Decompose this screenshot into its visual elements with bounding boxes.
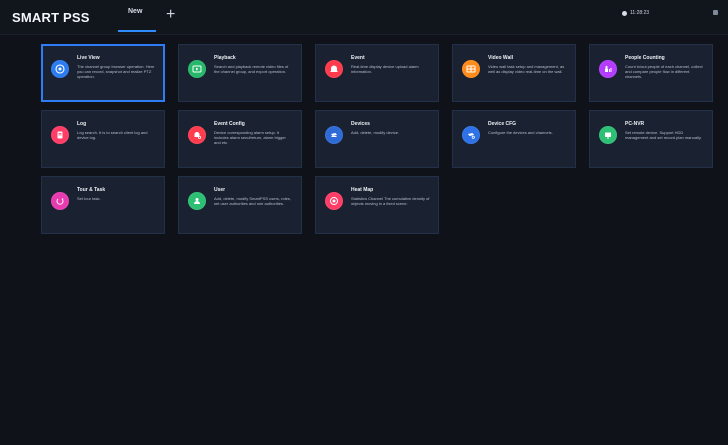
device-cfg-icon bbox=[462, 126, 480, 144]
video-wall-icon bbox=[462, 60, 480, 78]
module-description: Device corresponding alarm setup. It inc… bbox=[214, 130, 286, 145]
module-tile-text: User Add, delete, modify SmartPSS users, … bbox=[214, 186, 293, 206]
top-bar: SMART PSS New + 11:28:23 bbox=[0, 0, 728, 35]
module-tile-text: People Counting Count in/out people of ea… bbox=[625, 54, 704, 79]
module-title: Playback bbox=[214, 55, 236, 61]
bottom-fade bbox=[0, 325, 728, 445]
module-description: Video wall task setup and management, as… bbox=[488, 64, 565, 74]
module-title: Event bbox=[351, 55, 365, 61]
module-tile-device-cfg[interactable]: Device CFG Configure the devices and chan… bbox=[452, 110, 576, 168]
module-tile-event[interactable]: Event Real-time display device upload ala… bbox=[315, 44, 439, 102]
module-title: PC-NVR bbox=[625, 121, 645, 127]
module-tile-text: PC-NVR Set remote device. Support HDD man… bbox=[625, 120, 704, 140]
module-description: The channel group browser operation. Her… bbox=[77, 64, 155, 79]
module-tile-text: Video Wall Video wall task setup and mana… bbox=[488, 54, 567, 74]
module-grid: Live View The channel group browser opera… bbox=[41, 44, 713, 234]
pc-nvr-icon bbox=[599, 126, 617, 144]
tour-task-icon bbox=[51, 192, 69, 210]
module-tile-event-config[interactable]: Event Config Device corresponding alarm s… bbox=[178, 110, 302, 168]
module-description: Add, delete, modify device. bbox=[351, 130, 400, 135]
module-tile-tour-task[interactable]: Tour & Task Set tour task. bbox=[41, 176, 165, 234]
module-tile-live-view[interactable]: Live View The channel group browser opera… bbox=[41, 44, 165, 102]
module-tile-user[interactable]: User Add, delete, modify SmartPSS users, … bbox=[178, 176, 302, 234]
module-description: Real-time display device upload alarm in… bbox=[351, 64, 419, 74]
module-tile-text: Live View The channel group browser opera… bbox=[77, 54, 156, 79]
event-config-icon bbox=[188, 126, 206, 144]
module-description: Log search. It is to search client log a… bbox=[77, 130, 148, 140]
tab-active-indicator bbox=[118, 30, 156, 32]
module-tile-video-wall[interactable]: Video Wall Video wall task setup and mana… bbox=[452, 44, 576, 102]
module-tile-text: Event Config Device corresponding alarm s… bbox=[214, 120, 293, 145]
clock-icon bbox=[622, 10, 627, 16]
module-title: People Counting bbox=[625, 55, 665, 61]
module-title: Event Config bbox=[214, 121, 245, 127]
module-description: Set tour task. bbox=[77, 196, 101, 201]
module-tile-text: Tour & Task Set tour task. bbox=[77, 186, 156, 201]
module-tile-devices[interactable]: Devices Add, delete, modify device. bbox=[315, 110, 439, 168]
heat-map-icon bbox=[325, 192, 343, 210]
module-description: Set remote device. Support HDD managemen… bbox=[625, 130, 702, 140]
module-tile-text: Device CFG Configure the devices and chan… bbox=[488, 120, 567, 135]
module-tile-playback[interactable]: Playback Search and playback remote video… bbox=[178, 44, 302, 102]
module-tile-log[interactable]: Log Log search. It is to search client lo… bbox=[41, 110, 165, 168]
people-counting-icon bbox=[599, 60, 617, 78]
module-title: Tour & Task bbox=[77, 187, 106, 193]
module-title: User bbox=[214, 187, 226, 193]
module-tile-heat-map[interactable]: Heat Map Statistics Channel The cumulativ… bbox=[315, 176, 439, 234]
event-icon bbox=[325, 60, 343, 78]
window-controls bbox=[713, 10, 718, 15]
log-icon bbox=[51, 126, 69, 144]
live-view-icon bbox=[51, 60, 69, 78]
module-title: Live View bbox=[77, 55, 100, 61]
module-tile-people-counting[interactable]: People Counting Count in/out people of ea… bbox=[589, 44, 713, 102]
app-brand: SMART PSS bbox=[12, 10, 90, 25]
tab-new[interactable]: New bbox=[128, 8, 142, 15]
module-title: Video Wall bbox=[488, 55, 514, 61]
system-clock: 11:28:23 bbox=[622, 10, 649, 16]
module-title: Device CFG bbox=[488, 121, 517, 127]
module-tile-text: Playback Search and playback remote video… bbox=[214, 54, 293, 74]
module-description: Configure the devices and channels. bbox=[488, 130, 553, 135]
playback-icon bbox=[188, 60, 206, 78]
module-title: Heat Map bbox=[351, 187, 374, 193]
module-description: Search and playback remote video files o… bbox=[214, 64, 289, 74]
user-menu-icon[interactable] bbox=[713, 10, 718, 15]
module-tile-pc-nvr[interactable]: PC-NVR Set remote device. Support HDD man… bbox=[589, 110, 713, 168]
smart-pss-app: SMART PSS New + 11:28:23 Live View The ch… bbox=[0, 0, 728, 445]
module-title: Log bbox=[77, 121, 87, 127]
module-description: Add, delete, modify SmartPSS users, role… bbox=[214, 196, 291, 206]
module-tile-text: Heat Map Statistics Channel The cumulativ… bbox=[351, 186, 430, 206]
devices-icon bbox=[325, 126, 343, 144]
module-tile-text: Log Log search. It is to search client lo… bbox=[77, 120, 156, 140]
module-description: Count in/out people of each channel, col… bbox=[625, 64, 703, 79]
clock-time: 11:28:23 bbox=[630, 10, 650, 16]
module-tile-text: Event Real-time display device upload ala… bbox=[351, 54, 430, 74]
module-description: Statistics Channel The cumulative densit… bbox=[351, 196, 430, 206]
add-tab-button[interactable]: + bbox=[166, 7, 175, 23]
module-tile-text: Devices Add, delete, modify device. bbox=[351, 120, 430, 135]
module-title: Devices bbox=[351, 121, 370, 127]
user-icon bbox=[188, 192, 206, 210]
